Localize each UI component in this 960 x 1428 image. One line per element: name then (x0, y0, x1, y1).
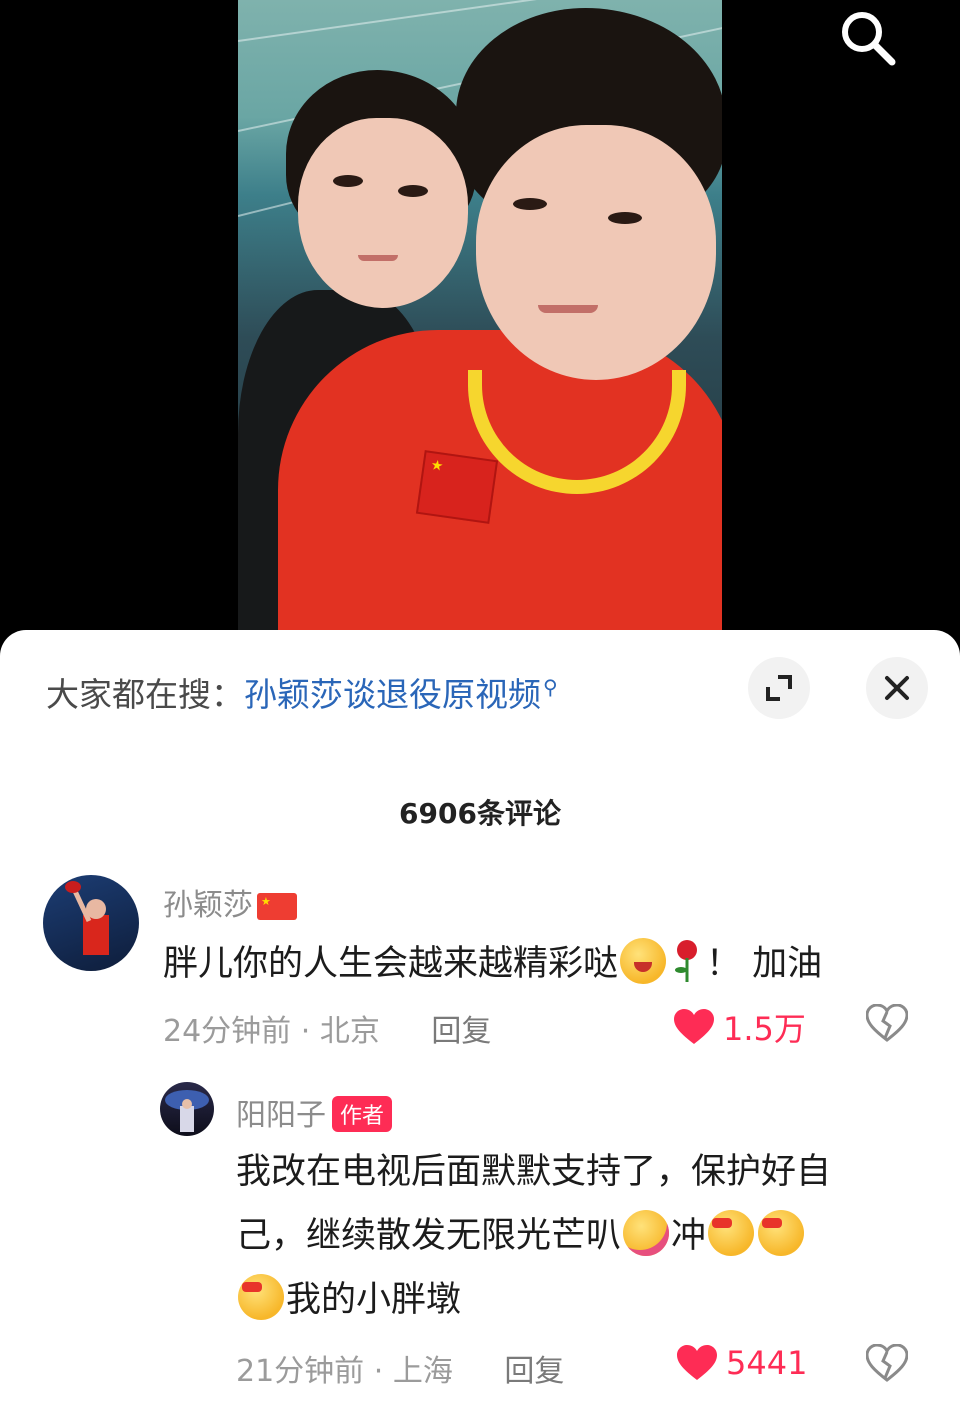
avatar[interactable] (43, 875, 139, 971)
reply-meta: 21分钟前 · 上海 回复 (236, 1346, 564, 1390)
close-button[interactable] (866, 657, 928, 719)
video-frame[interactable]: ★ (238, 0, 722, 650)
username-text: 孙颖莎 (163, 888, 253, 923)
dislike-button[interactable] (865, 1003, 909, 1046)
china-flag-icon: ★ (257, 893, 297, 920)
like-count: 5441 (726, 1344, 808, 1382)
salute-emoji-icon (708, 1210, 755, 1256)
comment-text: 胖儿你的人生会越来越精彩哒 ！ 加油 (163, 932, 943, 996)
like-button[interactable]: 1.5万 (673, 1004, 806, 1050)
reply-location: 上海 (392, 1354, 453, 1389)
person-left-eye (398, 185, 428, 197)
person-left-mouth (358, 255, 398, 261)
reply-button[interactable]: 回复 (504, 1354, 564, 1389)
jersey-flag: ★ (415, 450, 499, 524)
close-icon (885, 676, 909, 700)
wink-salute-emoji-icon (620, 938, 667, 984)
salute-emoji-icon (758, 1210, 805, 1256)
reply-text-part: 冲 (671, 1216, 707, 1256)
comment-text-part: ！ 加油 (706, 944, 823, 984)
hug-emoji-icon (623, 1210, 670, 1256)
meta-separator: · (373, 1354, 384, 1389)
avatar-image (65, 881, 109, 955)
reply-button[interactable]: 回复 (431, 1014, 491, 1049)
meta-separator: · (300, 1014, 311, 1049)
comment-time: 24分钟前 (163, 1014, 292, 1049)
heart-icon (677, 1345, 717, 1380)
comment-meta: 24分钟前 · 北京 回复 (163, 1006, 491, 1050)
reply-avatar[interactable] (160, 1082, 214, 1136)
dislike-button[interactable] (865, 1343, 909, 1386)
reply-text-part: 己，继续散发无限光芒叭 (236, 1216, 622, 1256)
video-player[interactable]: ★ (0, 0, 960, 650)
username-text: 阳阳子 (236, 1098, 326, 1133)
person-right-eye (513, 198, 547, 210)
like-count: 1.5万 (723, 1010, 806, 1048)
salute-emoji-icon (238, 1274, 284, 1320)
reply-text-line: 我改在电视后面默默支持了，保护好自 (236, 1152, 832, 1192)
video-search-button[interactable] (838, 8, 898, 68)
comment-sheet: 大家都在搜：孙颖莎谈退役原视频 ⚲ 6906条评论 孙颖莎 ★ 胖儿你的人生会越来越… (0, 630, 960, 1428)
person-right-mouth (538, 305, 598, 313)
reply-username[interactable]: 阳阳子 作者 (236, 1090, 393, 1135)
expand-icon (766, 675, 792, 701)
reply-text-part: 我的小胖墩 (286, 1280, 462, 1320)
hot-search-prefix: 大家都在搜： (46, 675, 244, 714)
hot-search-term[interactable]: 孙颖莎谈退役原视频 (244, 675, 541, 714)
broken-heart-icon (865, 1343, 909, 1382)
person-left-eye (333, 175, 363, 187)
reply-text-line: 己，继续散发无限光芒叭 冲 (236, 1204, 936, 1268)
comment-location: 北京 (319, 1014, 380, 1049)
search-icon: ⚲ (543, 675, 558, 699)
reply-time: 21分钟前 (236, 1354, 365, 1389)
comment-count: 6906条评论 (399, 797, 561, 830)
person-left-face (298, 118, 468, 308)
hot-search-bar[interactable]: 大家都在搜：孙颖莎谈退役原视频 ⚲ (46, 668, 558, 716)
broken-heart-icon (865, 1003, 909, 1042)
like-button[interactable]: 5441 (676, 1344, 807, 1382)
person-right-eye (608, 212, 642, 224)
expand-button[interactable] (748, 657, 810, 719)
search-icon (842, 12, 896, 66)
comment-text-part: 胖儿你的人生会越来越精彩哒 (163, 944, 619, 984)
author-badge: 作者 (332, 1095, 393, 1132)
reply-text-line: 我的小胖墩 (236, 1268, 936, 1332)
reply-text: 我改在电视后面默默支持了，保护好自 己，继续散发无限光芒叭 冲 我的小胖墩 (236, 1140, 936, 1332)
avatar-image (165, 1090, 209, 1132)
heart-icon (674, 1009, 714, 1044)
person-right-face (476, 125, 716, 380)
rose-emoji-icon (672, 938, 702, 984)
comment-username[interactable]: 孙颖莎 ★ (163, 880, 297, 924)
